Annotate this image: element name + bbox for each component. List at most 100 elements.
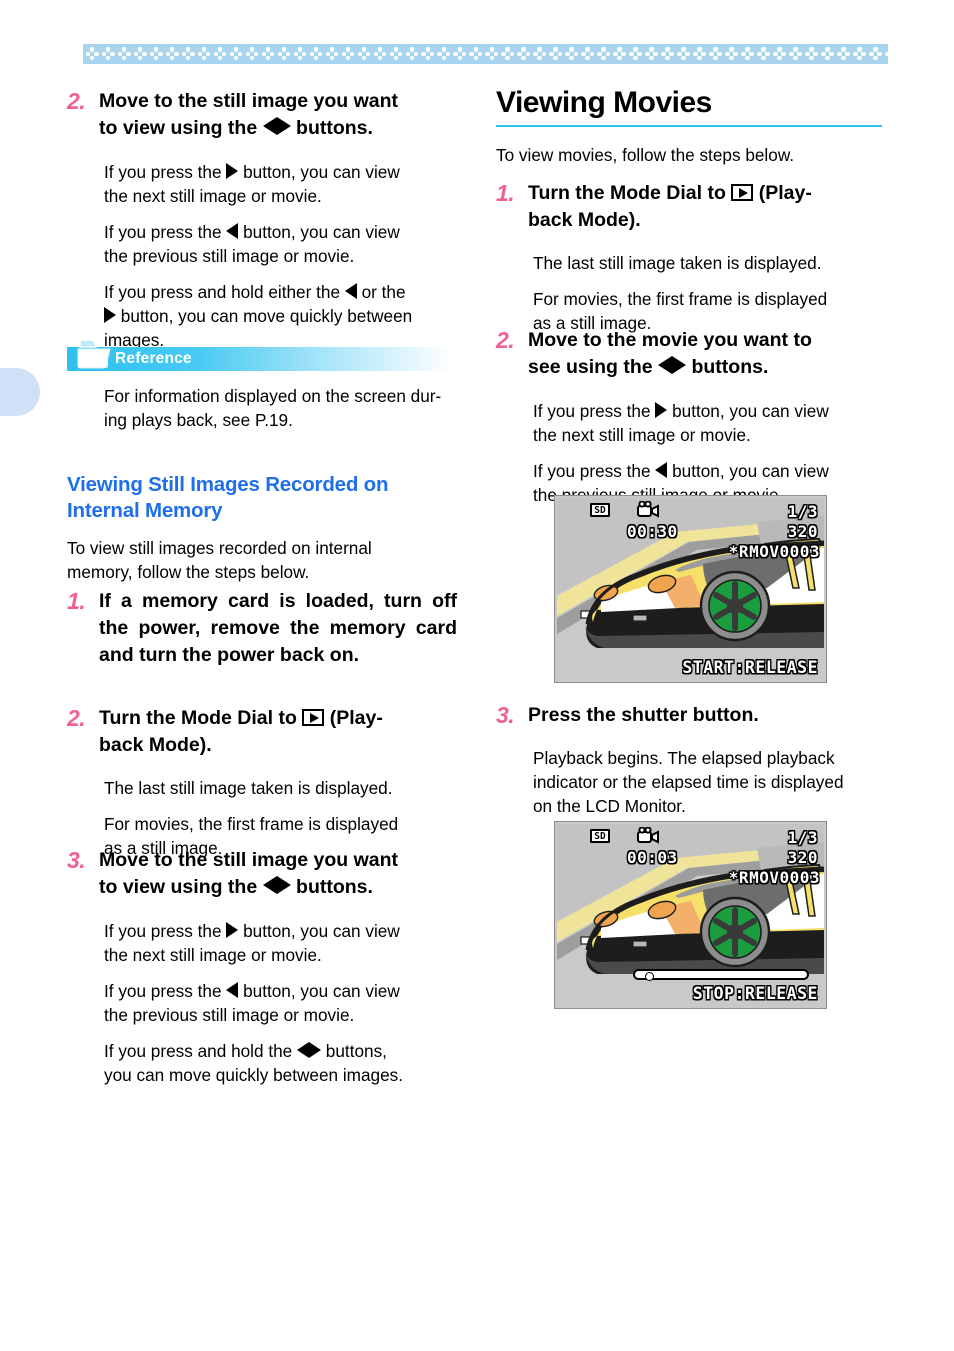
step-title: Move to the still image you want to view…: [99, 847, 457, 901]
step-block-right-3: 3. Press the shutter button. Playback be…: [496, 702, 886, 818]
left-right-arrow-icon: [297, 1039, 322, 1063]
sd-card-badge: SD: [590, 503, 610, 517]
race-car-illustration: [557, 498, 824, 680]
bottom-hint: STOP:RELEASE: [692, 984, 818, 1003]
left-arrow-icon: [344, 283, 357, 299]
paragraph: If you press the button, you can view th…: [104, 160, 457, 208]
band-motif-icon: [133, 47, 147, 61]
band-motif-icon: [373, 47, 387, 61]
band-motif-icon: [789, 47, 802, 61]
band-motif-icon: [405, 47, 419, 61]
para-text: button, you can view: [243, 981, 400, 1001]
step-body: The last still image taken is displayed.…: [533, 251, 886, 335]
heading-rule: [496, 125, 882, 127]
band-motif-icon: [293, 47, 307, 61]
lcd-screenshot-1: SD 1/3 00:30 320 *RMOV0003 START:RELEASE: [554, 495, 827, 683]
band-motif-icon: [437, 47, 451, 61]
step-body: Playback begins. The elapsed playback in…: [533, 746, 886, 818]
para-text: indicator or the elapsed time is display…: [533, 772, 844, 792]
band-motif-icon: [757, 47, 770, 61]
paragraph: If you press and hold the buttons, you c…: [104, 1039, 457, 1087]
para-text: If you press and hold the: [104, 1041, 293, 1061]
section-intro: To view still images recorded on interna…: [67, 536, 457, 584]
folder-icon: [77, 339, 111, 369]
lcd-screenshot-2: SD 1/3 00:03 320 *RMOV0003 STOP:RELEASE: [554, 821, 827, 1009]
band-motif-icon: [581, 47, 595, 61]
section-block: Viewing Still Images Recorded on Interna…: [67, 472, 457, 584]
left-right-arrow-icon: [658, 354, 687, 381]
para-text: If you press the: [533, 461, 651, 481]
movie-camera-icon: [637, 501, 659, 518]
progress-knob[interactable]: [645, 971, 654, 981]
page-side-tab: [0, 368, 40, 416]
paragraph: The last still image taken is displayed.: [104, 776, 457, 800]
playback-progress-bar[interactable]: [633, 969, 809, 981]
step-title: Press the shutter button.: [528, 704, 759, 726]
band-motif-icon: [853, 47, 866, 61]
para-text: Playback begins. The elapsed playback: [533, 748, 835, 768]
band-motif-icon: [453, 47, 467, 61]
step-title: If a memory card is loaded, turn off the…: [99, 590, 457, 666]
step-row: 2. Move to the still image you want to v…: [67, 88, 457, 142]
band-motif-icon: [213, 47, 227, 61]
para-text: For movies, the first frame is displayed: [104, 814, 399, 834]
band-motif-icon: [181, 47, 195, 61]
left-right-arrow-icon: [262, 115, 291, 142]
para-text: For movies, the first frame is displayed: [533, 289, 828, 309]
step-block-right-2: 2. Move to the movie you want to see usi…: [496, 327, 886, 507]
band-motif-icon: [629, 47, 643, 61]
band-motif-icon: [325, 47, 339, 61]
intro-line2: memory, follow the steps below.: [67, 562, 310, 582]
paragraph: If you press the button, you can view th…: [533, 399, 886, 447]
band-motif-icon: [517, 47, 531, 61]
resolution-label: 320: [787, 848, 818, 867]
step-body: If you press the button, you can view th…: [533, 399, 886, 507]
band-motif-icon: [85, 47, 99, 61]
step-title-line3: buttons.: [296, 117, 373, 139]
step-number: 3.: [496, 702, 515, 728]
band-motif-icon: [421, 47, 435, 61]
band-motif-icon: [197, 47, 211, 61]
paragraph: If you press the button, you can view th…: [104, 919, 457, 967]
band-motif-icon: [597, 47, 611, 61]
band-motif-icon: [149, 47, 163, 61]
para-text: If you press and hold either the: [104, 282, 341, 302]
band-motif-icon: [501, 47, 515, 61]
sd-card-badge: SD: [590, 829, 610, 843]
step-row: 1. Turn the Mode Dial to (Play- back Mod…: [496, 180, 886, 234]
left-arrow-icon: [226, 223, 239, 239]
manual-page: 2. Move to the still image you want to v…: [0, 0, 954, 1351]
para-text: button, you can view: [243, 222, 400, 242]
step-title-line2: see using the: [528, 356, 653, 378]
step-title-part: buttons.: [296, 876, 373, 898]
band-motif-icon: [485, 47, 499, 61]
page-title: Viewing Movies: [496, 86, 712, 119]
band-motif-icon: [613, 47, 627, 61]
bottom-hint: START:RELEASE: [682, 658, 818, 677]
decorative-header-band: [83, 44, 888, 64]
frame-counter: 1/3: [787, 828, 818, 847]
right-arrow-icon: [226, 163, 239, 179]
sd-badge-label: SD: [594, 831, 606, 842]
step-row: 1. If a memory card is loaded, turn off …: [67, 588, 457, 669]
elapsed-time: 00:03: [627, 848, 678, 867]
section-intro: To view movies, follow the steps below.: [496, 145, 795, 165]
reference-box: Reference For information displayed on t…: [67, 339, 457, 432]
para-text: The last still image taken is displayed.: [533, 253, 822, 273]
band-motif-icon: [661, 47, 675, 61]
step-number: 1.: [67, 588, 86, 614]
step-number: 2.: [496, 327, 515, 353]
step-row: 3. Press the shutter button.: [496, 702, 886, 729]
band-motif-icon: [165, 47, 179, 61]
band-motif-icon: [277, 47, 291, 61]
right-heading-block: Viewing Movies To view movies, follow th…: [496, 86, 886, 167]
step-row: 2. Turn the Mode Dial to (Play- back Mod…: [67, 705, 457, 759]
sd-badge-label: SD: [594, 505, 606, 516]
step-body: If you press the button, you can view th…: [104, 160, 457, 352]
band-motif-icon: [869, 47, 882, 61]
band-motif-icon: [245, 47, 259, 61]
reference-label: Reference: [115, 350, 192, 367]
band-motif-icon: [389, 47, 403, 61]
band-motif-icon: [885, 47, 888, 61]
step-title-line2: to view using the: [99, 876, 258, 898]
